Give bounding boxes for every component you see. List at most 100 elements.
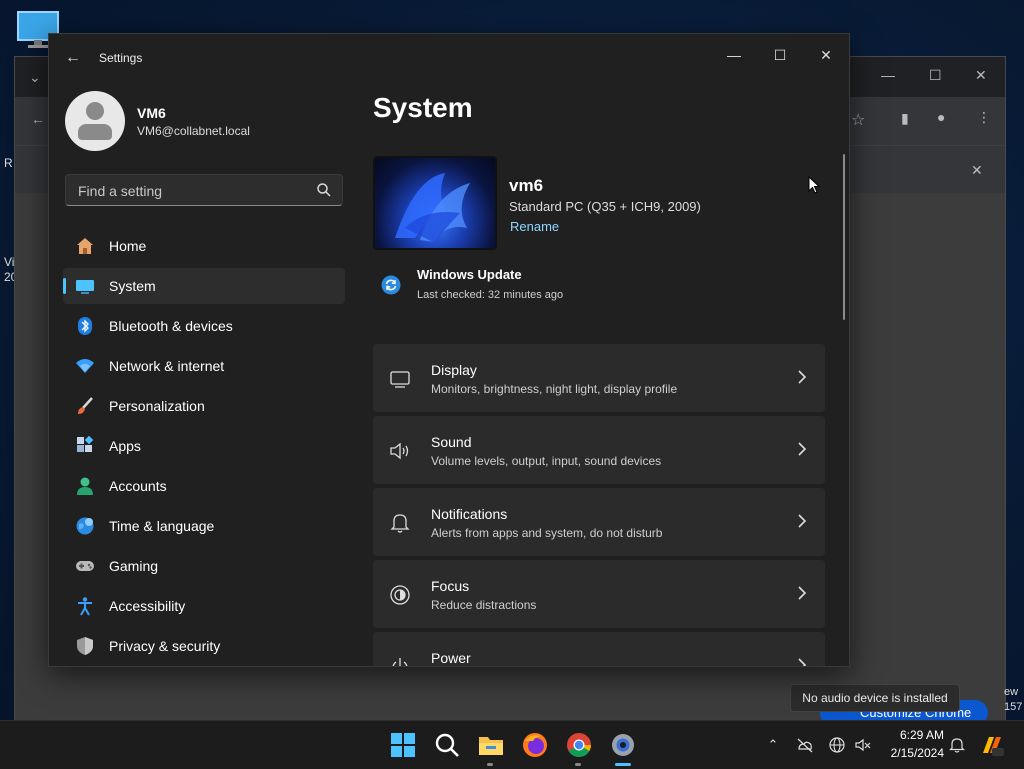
taskbar-indicator	[487, 763, 493, 766]
window-title: Settings	[99, 51, 143, 65]
card-subtitle: Reduce distractions	[431, 598, 537, 612]
title-bar: ← Settings — ☐ ✕	[49, 34, 849, 80]
sidebar-item-label: Network & internet	[109, 358, 225, 374]
file-explorer-icon[interactable]	[477, 731, 505, 759]
device-name: vm6	[509, 176, 544, 195]
sidebar-item-gaming[interactable]: Gaming	[63, 548, 345, 584]
shield-icon	[77, 637, 93, 655]
card-title: Display	[431, 362, 477, 378]
sidebar-item-system[interactable]: System	[63, 268, 345, 304]
focus-icon	[390, 585, 410, 605]
rename-link[interactable]: Rename	[510, 219, 559, 234]
taskbar-search-icon[interactable]	[433, 731, 461, 759]
sidebar-item-label: Bluetooth & devices	[109, 318, 233, 334]
clock-date[interactable]: 2/15/2024	[880, 746, 944, 760]
firefox-icon[interactable]	[521, 731, 549, 759]
avatar[interactable]	[65, 91, 125, 151]
chrome-menu-icon[interactable]: ⋮	[977, 109, 991, 126]
chevron-right-icon	[798, 370, 807, 384]
settings-card-notifications[interactable]: Notifications Alerts from apps and syste…	[373, 488, 825, 556]
windows-update-icon[interactable]	[381, 275, 401, 295]
avatar-body	[78, 124, 112, 140]
globe-language-icon[interactable]	[828, 736, 846, 754]
info-bar-close-icon[interactable]: ✕	[971, 162, 983, 179]
chrome-back-icon[interactable]: ←	[31, 111, 45, 127]
user-name: VM6	[137, 105, 166, 121]
sidebar-item-home[interactable]: Home	[63, 228, 345, 264]
sidebar-item-privacy-security[interactable]: Privacy & security	[63, 628, 345, 664]
sidebar-item-personalization[interactable]: Personalization	[63, 388, 345, 424]
copilot-preview-icon[interactable]	[980, 733, 1004, 757]
system-icon	[76, 280, 94, 294]
network-offline-icon[interactable]	[796, 736, 814, 754]
bell-icon	[390, 514, 410, 533]
sidebar-item-apps[interactable]: Apps	[63, 428, 345, 464]
settings-card-display[interactable]: Display Monitors, brightness, night ligh…	[373, 344, 825, 412]
desktop-text-fragment: Vi	[4, 255, 15, 269]
card-title: Focus	[431, 578, 470, 594]
device-wallpaper-thumbnail	[373, 156, 497, 250]
chrome-tab-search-icon[interactable]: ⌄	[29, 69, 41, 86]
side-panel-icon[interactable]: ▮	[901, 110, 909, 127]
sidebar-item-label: Apps	[109, 438, 141, 454]
chrome-minimize-icon[interactable]: —	[881, 67, 895, 83]
search-box[interactable]	[65, 174, 343, 207]
card-subtitle: Alerts from apps and system, do not dist…	[431, 526, 663, 540]
profile-icon[interactable]: ●	[937, 109, 945, 125]
settings-card-sound[interactable]: Sound Volume levels, output, input, soun…	[373, 416, 825, 484]
maximize-button[interactable]: ☐	[757, 40, 803, 70]
settings-card-focus[interactable]: Focus Reduce distractions	[373, 560, 825, 628]
chrome-maximize-icon[interactable]: ☐	[929, 67, 942, 84]
chevron-right-icon	[798, 514, 807, 528]
avatar-head	[86, 102, 104, 120]
home-icon	[77, 238, 93, 254]
power-icon	[392, 658, 408, 666]
sidebar-item-label: Time & language	[109, 518, 215, 534]
search-input[interactable]	[76, 175, 310, 207]
speaker-muted-icon[interactable]	[854, 736, 872, 754]
accessibility-icon	[78, 597, 92, 616]
minimize-button[interactable]: —	[711, 40, 757, 70]
chevron-right-icon	[798, 658, 807, 666]
sidebar-item-label: Personalization	[109, 398, 205, 414]
settings-card-power[interactable]: Power	[373, 632, 825, 666]
chrome-close-icon[interactable]: ✕	[975, 67, 987, 84]
close-button[interactable]: ✕	[803, 40, 849, 70]
sidebar-item-network[interactable]: Network & internet	[63, 348, 345, 384]
mouse-cursor-icon	[808, 176, 820, 194]
scrollbar[interactable]	[843, 154, 845, 320]
device-model: Standard PC (Q35 + ICH9, 2009)	[509, 199, 701, 214]
windows-start-icon[interactable]	[389, 731, 417, 759]
speaker-icon	[390, 442, 409, 460]
chrome-icon[interactable]	[565, 731, 593, 759]
settings-gear-icon[interactable]	[609, 731, 637, 759]
taskbar-active-indicator	[615, 763, 631, 766]
settings-window: ← Settings — ☐ ✕ VM6 VM6@collabnet.local…	[48, 33, 850, 667]
settings-cards: Display Monitors, brightness, night ligh…	[373, 344, 825, 666]
accounts-icon	[77, 477, 93, 495]
display-icon	[390, 371, 410, 388]
bookmark-star-icon[interactable]: ☆	[851, 110, 865, 130]
sidebar-item-accessibility[interactable]: Accessibility	[63, 588, 345, 624]
search-icon[interactable]	[316, 182, 332, 198]
sidebar-item-accounts[interactable]: Accounts	[63, 468, 345, 504]
windows-update-title[interactable]: Windows Update	[417, 267, 522, 282]
sidebar-item-label: Accounts	[109, 478, 167, 494]
sidebar-item-label: Accessibility	[109, 598, 186, 614]
back-button[interactable]: ←	[63, 48, 83, 68]
card-title: Sound	[431, 434, 472, 450]
desktop-text-fragment: R	[4, 156, 13, 170]
globe-icon	[76, 517, 94, 535]
sidebar-item-label: Privacy & security	[109, 638, 221, 654]
notification-bell-icon[interactable]	[948, 736, 966, 754]
show-hidden-icons-chevron-up-icon[interactable]: ⌃	[764, 736, 782, 754]
taskbar-indicator	[575, 763, 581, 766]
desktop-text-fragment: 157	[1004, 701, 1023, 713]
sidebar-item-bluetooth[interactable]: Bluetooth & devices	[63, 308, 345, 344]
desktop-text-fragment: ew	[1004, 686, 1019, 698]
clock-time[interactable]: 6:29 AM	[880, 728, 944, 742]
sidebar-item-time-language[interactable]: Time & language	[63, 508, 345, 544]
audio-tooltip: No audio device is installed	[790, 684, 960, 712]
brush-icon	[78, 397, 93, 414]
wifi-icon	[76, 359, 94, 373]
